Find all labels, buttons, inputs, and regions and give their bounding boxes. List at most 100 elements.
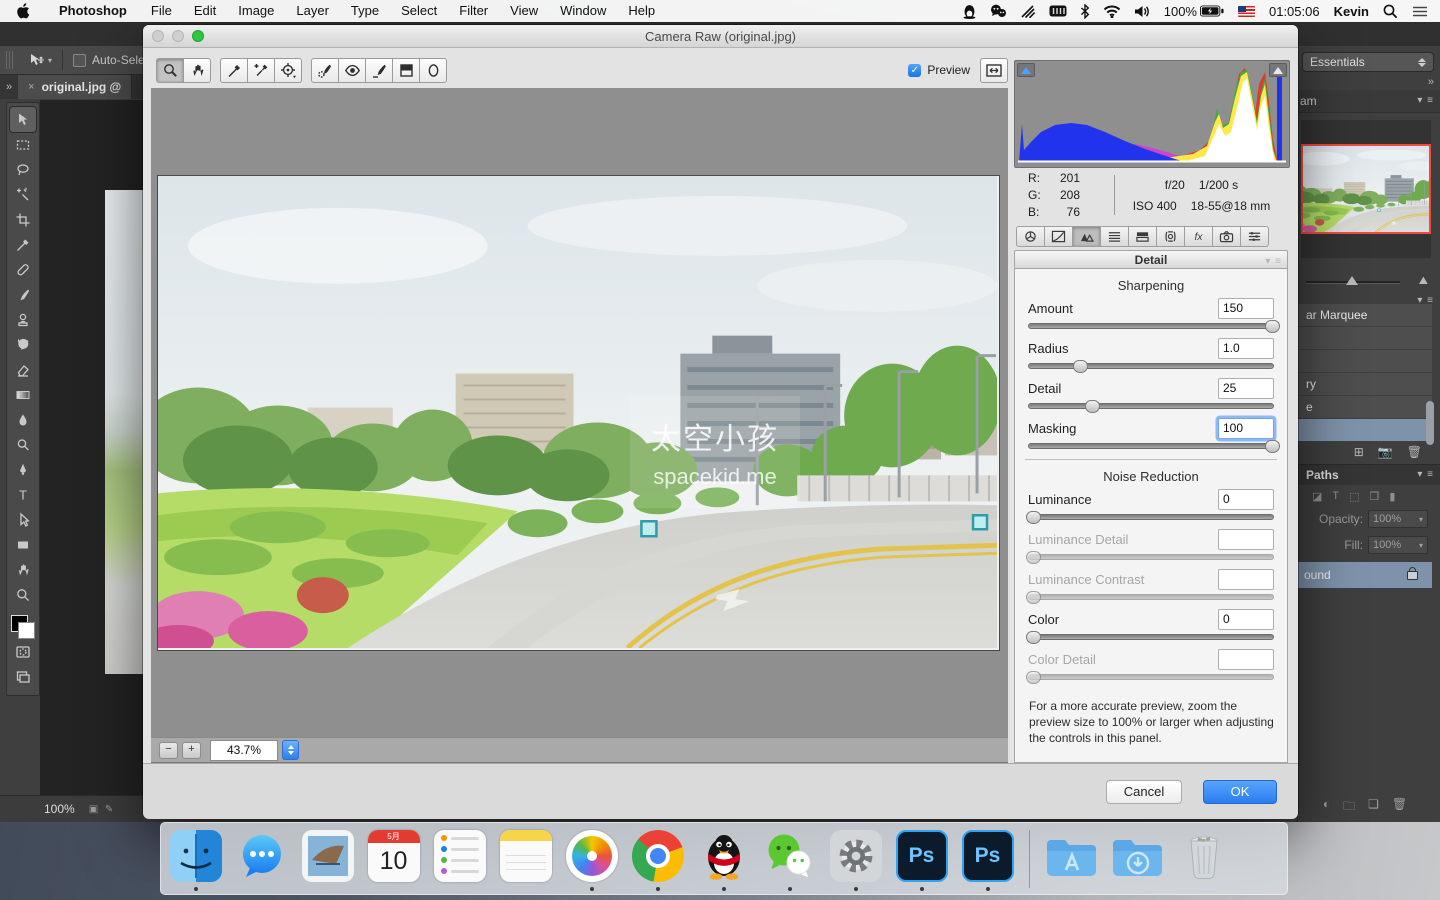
navigator-thumbnail[interactable] [1301, 144, 1431, 234]
crop-tool[interactable] [10, 207, 36, 232]
slider-track[interactable] [1028, 359, 1274, 373]
zoom-tool[interactable] [10, 582, 36, 607]
dock-messages[interactable] [235, 830, 288, 892]
gradient-tool[interactable] [10, 382, 36, 407]
dock-settings[interactable] [829, 830, 882, 892]
adjustment-layer-icon[interactable]: ◐ [1323, 797, 1330, 818]
slider-value-field[interactable]: 25 [1218, 378, 1274, 399]
menu-view[interactable]: View [499, 0, 549, 22]
notification-center-icon[interactable] [1412, 5, 1428, 18]
slider-value-field[interactable]: 100 [1218, 418, 1274, 439]
clock[interactable]: 01:05:06 [1269, 4, 1320, 19]
slider-value-field[interactable]: 1.0 [1218, 338, 1274, 359]
brush-tool[interactable] [10, 282, 36, 307]
color-swatches[interactable] [11, 615, 35, 639]
slider-value-field[interactable]: 0 [1218, 489, 1274, 510]
tab-effects[interactable]: fx [1185, 226, 1213, 247]
lock-artboard-icon[interactable]: ❐ [1370, 490, 1380, 503]
dock-photoshop[interactable]: Ps [895, 830, 948, 892]
auto-select-checkbox[interactable] [73, 53, 87, 67]
bluetooth-menu-icon[interactable] [1080, 3, 1090, 19]
qq-menu-icon[interactable] [962, 4, 977, 19]
red-eye-tool[interactable] [339, 58, 366, 83]
dock-photoshop-2[interactable]: Ps [961, 830, 1014, 892]
color-sampler-tool[interactable] [248, 58, 275, 83]
wechat-menu-icon[interactable] [990, 4, 1007, 18]
user-menu[interactable]: Kevin [1334, 4, 1369, 19]
slider-track[interactable] [1025, 670, 1274, 684]
tab-overflow-icon[interactable]: » [0, 81, 18, 93]
eraser-tool[interactable] [10, 357, 36, 382]
history-state[interactable]: ar Marquee [1298, 304, 1432, 327]
menu-type[interactable]: Type [340, 0, 390, 22]
preview-checkbox[interactable]: ✓ [908, 63, 922, 77]
move-tool-icon[interactable]: ▾ [28, 52, 52, 69]
lock-transparency-icon[interactable]: ◪ [1312, 490, 1322, 503]
opacity-value[interactable]: 100% ▾ [1368, 510, 1428, 528]
tab-hsl-grayscale[interactable] [1101, 226, 1129, 247]
history-brush-tool[interactable] [10, 332, 36, 357]
slider-value-field[interactable] [1218, 569, 1274, 590]
slider-value-field[interactable]: 150 [1218, 298, 1274, 319]
slider-track[interactable] [1028, 319, 1280, 333]
screen-mode-icon[interactable] [10, 664, 36, 689]
zoom-stepper[interactable] [282, 740, 299, 760]
zoom-out-button[interactable]: − [159, 741, 178, 759]
zoom-in-button[interactable]: + [182, 741, 201, 759]
slider-track[interactable] [1025, 510, 1274, 524]
menu-filter[interactable]: Filter [448, 0, 499, 22]
slider-track[interactable] [1025, 630, 1274, 644]
slider-thumb[interactable] [1264, 440, 1280, 453]
delete-state-trash-icon[interactable]: 🗑 [1407, 445, 1422, 459]
dock-reminders[interactable] [433, 830, 486, 892]
slider-thumb[interactable] [1264, 320, 1280, 333]
background-layer-row[interactable]: ound [1298, 562, 1432, 588]
fill-value[interactable]: 100% ▾ [1368, 536, 1428, 554]
history-state[interactable] [1298, 419, 1432, 442]
dock-trash[interactable] [1177, 830, 1230, 892]
spot-removal-tool[interactable] [311, 58, 339, 83]
history-scrollbar[interactable] [1426, 401, 1434, 445]
slider-thumb[interactable] [1025, 591, 1041, 604]
slider-track[interactable] [1025, 550, 1274, 564]
white-balance-tool[interactable] [220, 58, 248, 83]
spotlight-icon[interactable] [1383, 4, 1398, 19]
menu-select[interactable]: Select [390, 0, 448, 22]
history-state[interactable] [1298, 327, 1432, 350]
slider-thumb[interactable] [1025, 511, 1041, 524]
targeted-adjustment-tool[interactable] [275, 58, 302, 83]
panel-header-menu-icon[interactable] [1265, 253, 1282, 267]
keyboard-menu-icon[interactable] [1049, 5, 1067, 17]
clone-stamp-tool[interactable] [10, 307, 36, 332]
dock-photos[interactable] [565, 830, 618, 892]
background-color[interactable] [18, 622, 35, 639]
healing-brush-tool[interactable] [10, 257, 36, 282]
eyedropper-tool[interactable] [10, 232, 36, 257]
menu-window[interactable]: Window [549, 0, 617, 22]
menu-file[interactable]: File [140, 0, 183, 22]
slider-track[interactable] [1025, 590, 1274, 604]
tab-close-icon[interactable]: × [28, 81, 34, 93]
delete-layer-trash-icon[interactable]: 🗑 [1392, 797, 1407, 818]
wifi-menu-icon[interactable] [1103, 5, 1121, 18]
battery-indicator[interactable]: 100% [1164, 4, 1224, 19]
tab-split-toning[interactable] [1129, 226, 1157, 247]
highlight-clipping-button[interactable] [1269, 63, 1287, 77]
tab-presets[interactable] [1241, 226, 1269, 247]
graduated-filter-tool[interactable] [393, 58, 420, 83]
history-state[interactable]: ry [1298, 373, 1432, 396]
type-tool[interactable]: T [10, 482, 36, 507]
tab-basic[interactable] [1016, 226, 1045, 247]
shape-tool[interactable] [10, 532, 36, 557]
quick-mask-icon[interactable] [10, 639, 36, 664]
dock-applications-folder[interactable] [1045, 830, 1098, 892]
slider-value-field[interactable] [1218, 529, 1274, 550]
dock-qq[interactable] [697, 830, 750, 892]
radial-filter-tool[interactable] [420, 58, 447, 83]
slider-value-field[interactable]: 0 [1218, 609, 1274, 630]
dock-chrome[interactable] [631, 830, 684, 892]
dock-notes[interactable] [499, 830, 552, 892]
slider-thumb[interactable] [1072, 360, 1088, 373]
history-state[interactable]: e [1298, 396, 1432, 419]
tab-lens-corrections[interactable] [1157, 226, 1185, 247]
